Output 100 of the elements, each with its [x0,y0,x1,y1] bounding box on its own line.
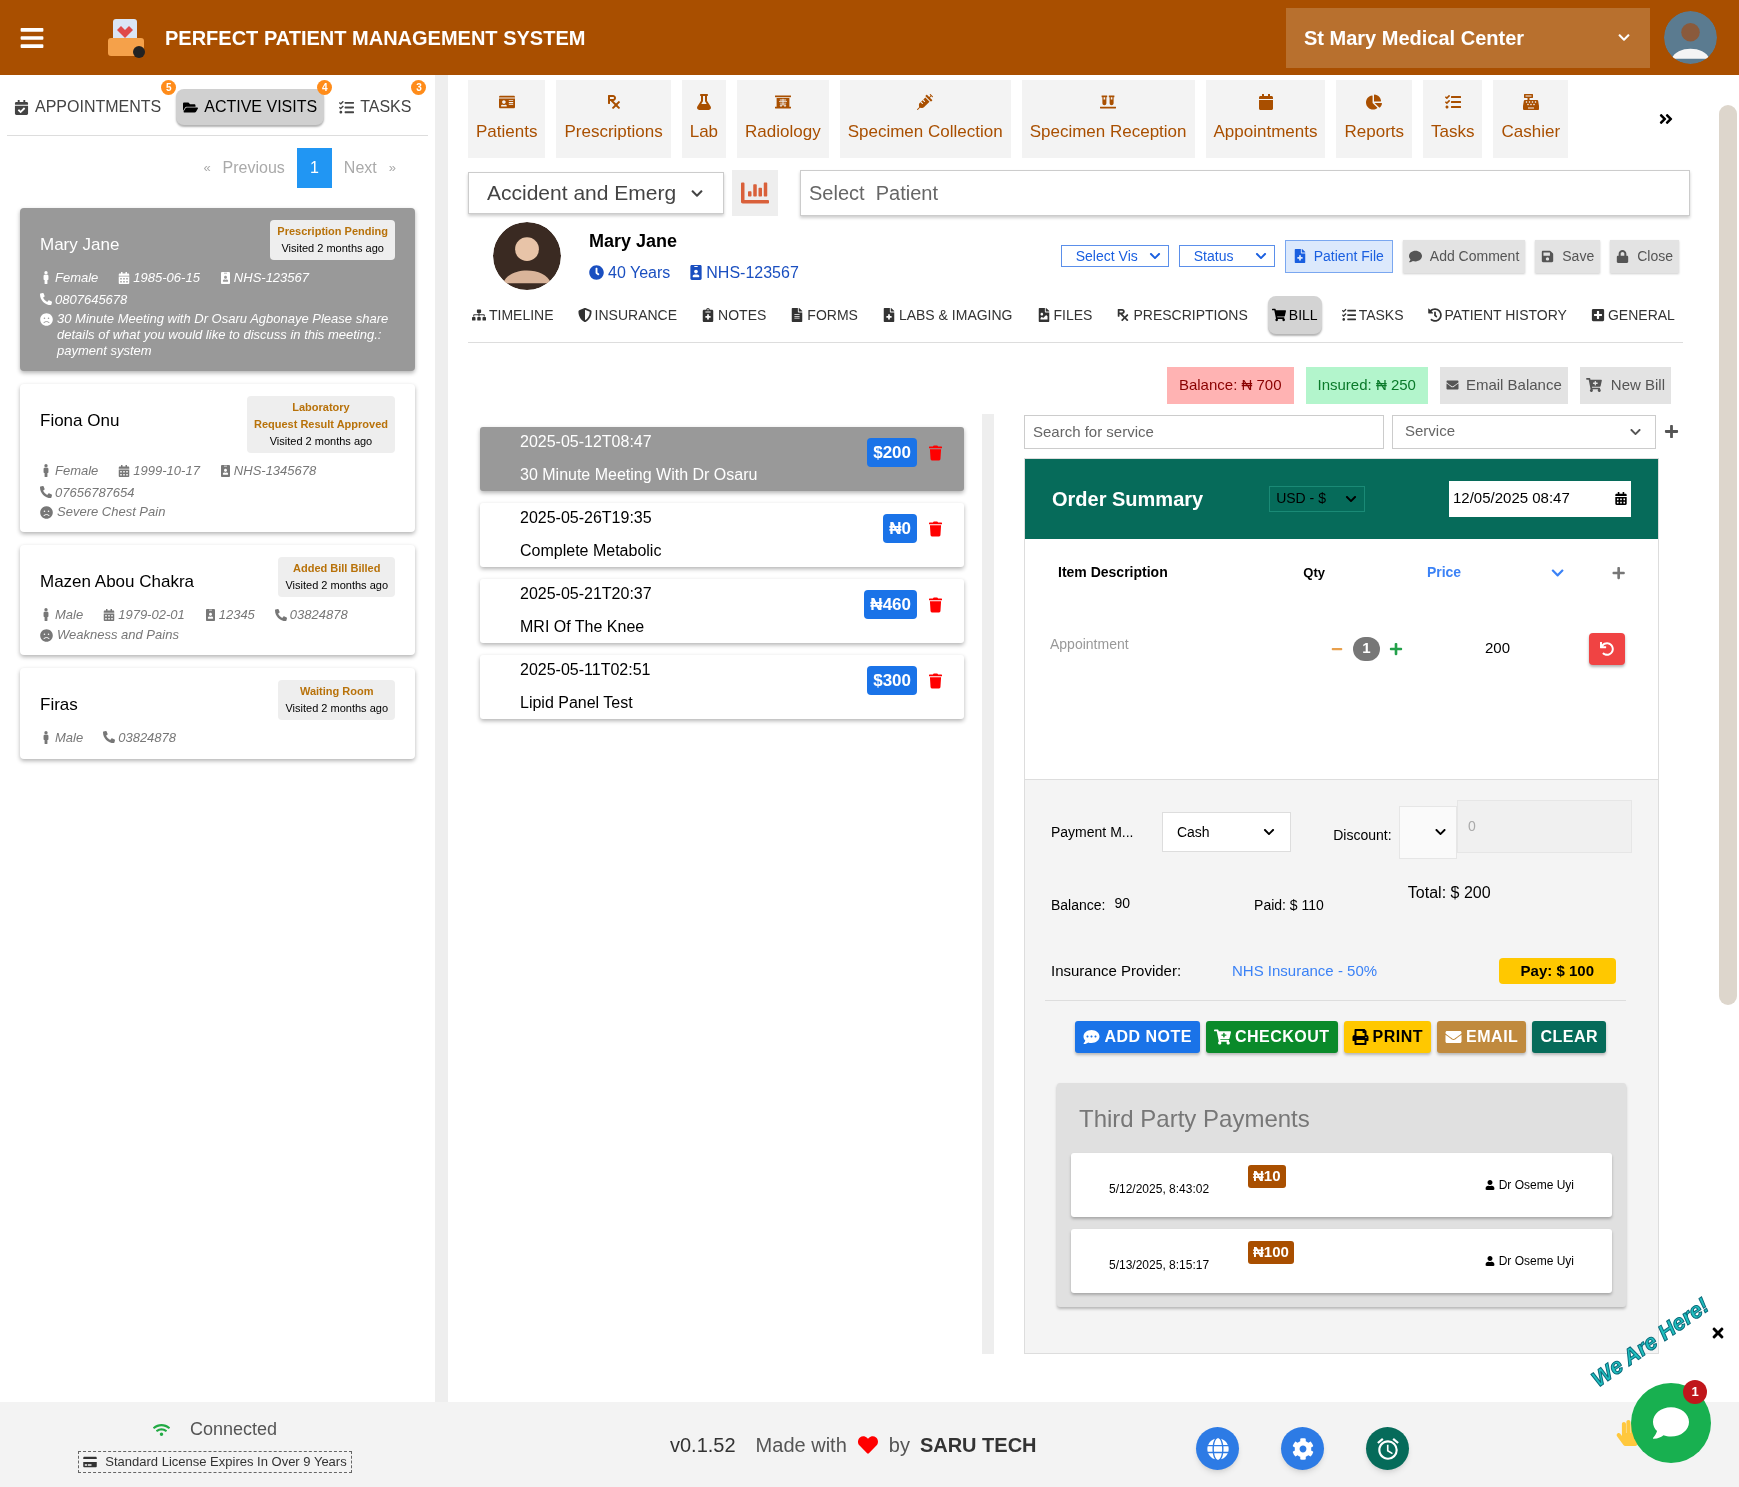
app-title: PERFECT PATIENT MANAGEMENT SYSTEM [165,25,586,51]
discount-field[interactable]: 0 [1457,799,1632,853]
payment-amount: ₦100 [1248,1241,1294,1264]
action-button[interactable]: Close [1610,239,1679,273]
item-price: 200 [1485,638,1511,659]
visit-card[interactable]: Firas Waiting Room Visited 2 months ago Male 03824878 [20,667,415,759]
page-button[interactable]: 1 [296,148,332,188]
nav-tile[interactable]: Prescriptions [556,80,671,158]
nav-tile[interactable]: Patients [468,80,546,158]
phone-number: 03824878 [289,606,348,624]
payment-label: Payment M... [1051,822,1135,842]
insurance-link[interactable]: NHS Insurance - 50% [1232,959,1378,982]
service-search-field[interactable]: Search for service [1024,414,1384,449]
gender-text: Female [55,462,99,480]
record-tab[interactable]: PATIENT HISTORY [1423,296,1571,334]
visit-card[interactable]: Fiona Onu Laboratory Request Result Approved Visited 2 months ago Female 1999-10-17 NHS-1345678 07656787654 Severe Chest Pain [20,384,415,532]
notification-badge: 1 [1683,1380,1707,1404]
record-tab[interactable]: TASKS [1337,296,1408,334]
patient-file-button[interactable]: Patient File [1284,239,1393,273]
record-tab[interactable]: GENERAL [1586,296,1679,334]
patient-id: NHS-123567 [706,262,799,283]
action-button[interactable]: CLEAR [1532,1021,1606,1053]
patient-name: Mary Jane [589,229,679,253]
total-amount: Total: $ 200 [1407,882,1491,903]
currency-select[interactable]: USD - $ [1269,485,1365,512]
nav-tile[interactable]: Tasks [1423,80,1483,158]
balance-value: 90 [1114,893,1131,913]
payment-amount: ₦10 [1248,1165,1286,1188]
patient-search-field[interactable]: Select Patient [800,170,1690,216]
facility-select[interactable]: St Mary Medical Center [1286,7,1650,68]
visited-text: Visited 2 months ago [285,579,388,592]
version-text: v0.1.52 [670,1432,736,1458]
nav-tile[interactable]: Appointments [1205,80,1326,158]
status-text: Request Result Approved [253,418,388,431]
bill-card[interactable]: 2025-05-21T20:37 MRI Of The Knee ₦460 [480,578,964,643]
service-select[interactable]: Service [1392,414,1656,449]
payment-select[interactable]: Cash [1161,812,1292,852]
quantity-badge: 1 [1353,636,1380,661]
birth-date: 1985-06-15 [133,269,200,287]
record-tab[interactable]: PRESCRIPTIONS [1112,296,1252,334]
record-tab[interactable]: TIMELINE [468,296,558,334]
bill-card[interactable]: 2025-05-26T19:35 Complete Metabolic ₦0 [480,502,964,567]
visit-select[interactable]: Status [1178,245,1275,267]
date-field[interactable]: 12/05/2025 08:47 [1449,480,1631,517]
patient-id: NHS-1345678 [233,462,317,480]
action-button[interactable]: PRINT [1343,1021,1432,1053]
nav-tile[interactable]: Specimen Collection [839,80,1011,158]
company-name: SARU TECH [919,1432,1037,1458]
department-select[interactable]: Accident and Emerg [468,172,724,214]
record-tab[interactable]: FILES [1032,296,1097,334]
visit-note: Severe Chest Pain [57,504,166,520]
nav-tile[interactable]: Specimen Reception [1021,80,1195,158]
patient-name: Mary Jane [40,234,120,256]
payment-date: 5/13/2025, 8:15:17 [1109,1257,1211,1274]
record-tab[interactable]: LABS & IMAGING [877,296,1017,334]
phone-number: 03824878 [118,728,177,747]
action-button[interactable]: Add Comment [1402,239,1526,273]
amount-badge: ₦460 [864,589,917,620]
phone-number: 07656787654 [55,483,135,502]
balance-badge: Balance: ₦ 700 [1166,367,1294,404]
patient-name: Firas [40,693,78,716]
record-tab[interactable]: BILL [1267,296,1322,334]
new-bill-button[interactable]: New Bill [1579,367,1671,404]
panel-tab[interactable]: ACTIVE VISITS [176,89,325,125]
column-header: Qty [1303,563,1326,582]
visit-select[interactable]: Select Vis [1060,245,1169,267]
paid-amount: Paid: $ 110 [1254,895,1324,915]
status-text: Waiting Room [299,684,374,698]
bill-card[interactable]: 2025-05-12T08:47 30 Minute Meeting With Dr Osaru $200 [480,426,964,491]
action-button[interactable]: CHECKOUT [1205,1021,1338,1053]
item-description: Appointment [1050,635,1130,654]
visited-text: Visited 2 months ago [285,701,388,715]
column-header: Item Description [1058,563,1169,582]
email-balance-button[interactable]: Email Balance [1439,367,1568,404]
record-tab[interactable]: INSURANCE [573,296,682,334]
action-button[interactable]: Save [1535,239,1601,273]
license-label: Standard License Expires In Over 9 Years [105,1453,347,1472]
bill-date: 2025-05-12T08:47 [520,432,653,452]
birth-date: 1979-02-01 [118,606,185,624]
record-tab[interactable]: NOTES [697,296,771,334]
nav-tile[interactable]: Lab [681,80,727,158]
gender-text: Male [55,728,84,747]
payer-name: Dr Oseme Uyi [1498,1253,1574,1270]
count-badge: 5 [161,80,177,95]
section-title: Third Party Payments [1079,1105,1310,1132]
bill-title: Lipid Panel Test [520,693,634,713]
visit-card[interactable]: Mazen Abou Chakra Added Bill Billed Visited 2 months ago Male 1979-02-01 12345 03824878 Weakness and Pains [20,545,415,655]
patient-name: Fiona Onu [40,410,120,432]
record-tab[interactable]: FORMS [786,296,862,334]
connection-status: Connected [189,1418,278,1442]
patient-id: 12345 [218,606,255,624]
birth-date: 1999-10-17 [133,462,200,480]
nav-tile[interactable]: Radiology [737,80,829,158]
count-badge: 3 [411,80,427,95]
arrow-text: » [388,159,396,178]
action-button[interactable]: ADD NOTE [1075,1021,1200,1053]
nav-tile[interactable]: Cashier [1493,80,1569,158]
insurance-label: Insurance Provider: [1051,960,1183,981]
bill-card[interactable]: 2025-05-11T02:51 Lipid Panel Test $300 [480,654,964,719]
nav-tile[interactable]: Reports [1336,80,1412,158]
